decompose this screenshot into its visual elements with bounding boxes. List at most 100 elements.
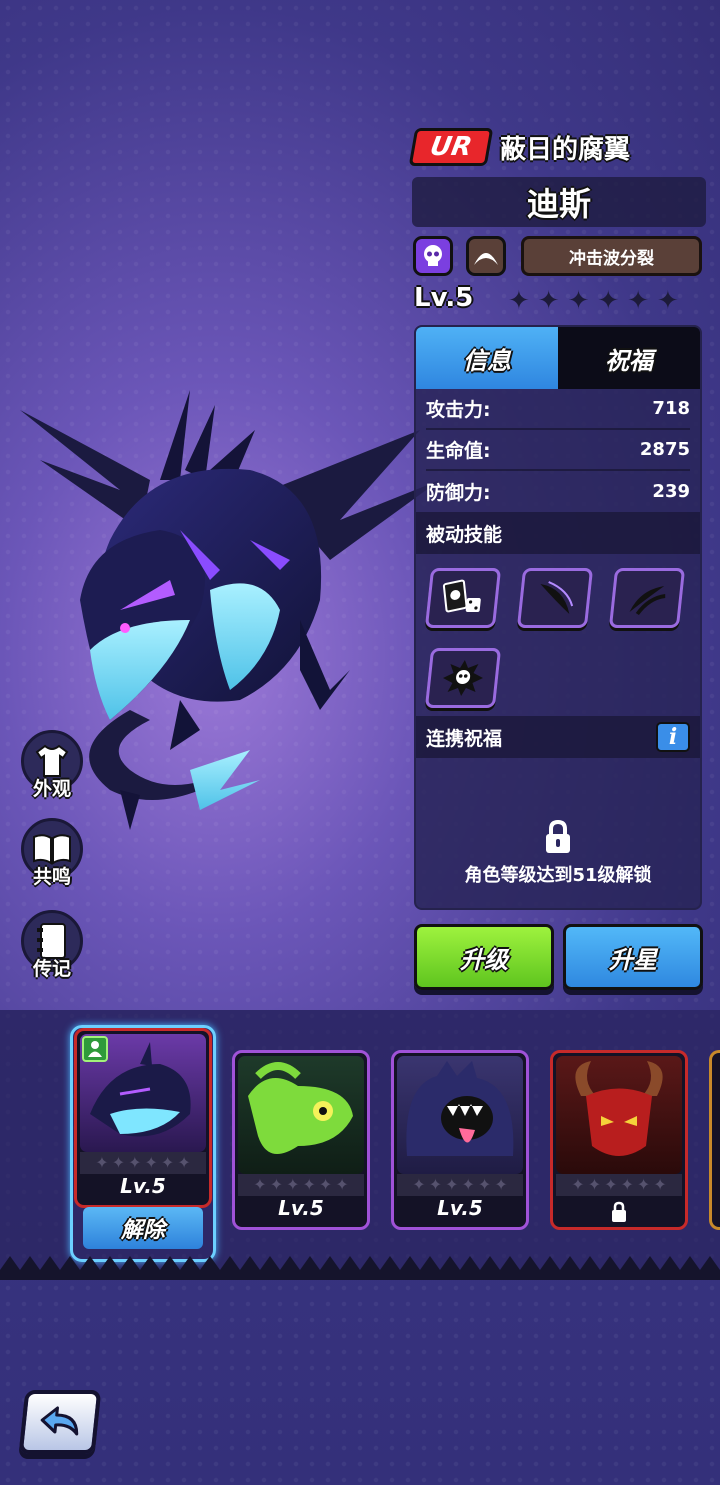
- stat-row-attack: 攻击力: 718: [426, 389, 690, 430]
- card-level: Lv.5: [278, 1196, 324, 1220]
- passive-skills-grid: [416, 554, 700, 716]
- star-icon: ✦: [286, 1175, 300, 1194]
- roster-card-partial[interactable]: [709, 1050, 720, 1230]
- stat-label: 防御力:: [426, 482, 491, 504]
- blessing-locked-area: 角色等级达到51级解锁: [416, 758, 700, 908]
- star-icon: ✦: [128, 1153, 142, 1172]
- info-button[interactable]: i: [656, 722, 690, 752]
- cards-dice-icon: [442, 579, 481, 613]
- upgrade-button[interactable]: 升级: [414, 924, 554, 990]
- star-icon: ✦: [428, 1175, 443, 1194]
- roster-card-locked[interactable]: ✦ ✦ ✦ ✦ ✦ ✦: [550, 1050, 688, 1230]
- character-name: 迪斯: [412, 177, 706, 227]
- star-icon: ✦: [302, 1175, 316, 1194]
- star-icon: ✦: [111, 1153, 126, 1172]
- star-icon: ✦: [604, 1175, 618, 1194]
- stat-label: 攻击力:: [426, 399, 491, 421]
- star-rating: ✦ ✦ ✦ ✦ ✦ ✦: [508, 284, 679, 318]
- star-icon: ✦: [653, 1175, 667, 1194]
- star-icon: ✦: [508, 286, 530, 316]
- back-button[interactable]: [18, 1390, 102, 1454]
- skull-icon: [424, 245, 442, 266]
- shirt-icon: [35, 744, 69, 777]
- star-icon: ✦: [160, 1153, 175, 1172]
- spike-divider: [0, 1256, 720, 1280]
- tab-blessing[interactable]: 祝福: [558, 327, 700, 389]
- passive-skill-skull[interactable]: [424, 648, 502, 708]
- star-icon: ✦: [627, 286, 649, 316]
- horn-icon: [474, 253, 498, 265]
- level-row: Lv.5: [414, 283, 473, 313]
- appearance-button[interactable]: 外观: [18, 730, 86, 802]
- star-up-button[interactable]: 升星: [563, 924, 703, 990]
- star-icon: ✦: [144, 1153, 158, 1172]
- card-star-bar: ✦ ✦ ✦ ✦ ✦ ✦: [397, 1174, 523, 1196]
- star-icon: ✦: [597, 286, 620, 316]
- resonance-label: 共鸣: [32, 866, 71, 888]
- link-blessing-header: 连携祝福 i: [416, 716, 700, 758]
- book-icon: [33, 834, 71, 865]
- roster-portrait: [556, 1056, 682, 1174]
- card-star-bar: ✦ ✦ ✦ ✦ ✦ ✦: [80, 1152, 206, 1174]
- info-panel: 信息 祝福 攻击力: 718 生命值: 2875 防御力: 239 被动技能 连…: [414, 325, 702, 910]
- passive-skills-header: 被动技能: [416, 512, 700, 554]
- card-level: Lv.5: [120, 1174, 166, 1198]
- active-skill-chip[interactable]: 冲击波分裂: [521, 236, 702, 276]
- claw-slash-icon: [629, 586, 666, 616]
- link-blessing-title: 连携祝福: [426, 727, 503, 750]
- rarity-title-row: UR 蔽日的腐翼: [408, 128, 630, 166]
- character-level: Lv.5: [414, 283, 474, 313]
- stat-value: 2875: [639, 439, 690, 460]
- star-icon: ✦: [318, 1175, 333, 1194]
- stat-row-hp: 生命值: 2875: [426, 430, 690, 471]
- passive-skill-claw[interactable]: [608, 568, 686, 628]
- green-monster-portrait-icon: [248, 1062, 353, 1154]
- stat-value: 718: [652, 398, 690, 419]
- star-icon: ✦: [412, 1175, 426, 1194]
- roster-card[interactable]: ✦ ✦ ✦ ✦ ✦ ✦ Lv.5: [232, 1050, 370, 1230]
- return-arrow-icon: [40, 1406, 79, 1436]
- demon-portrait-icon: [575, 1061, 663, 1156]
- passive-skill-cards[interactable]: [424, 568, 502, 628]
- star-icon: ✦: [636, 1175, 651, 1194]
- biography-button[interactable]: 传记: [18, 910, 86, 982]
- star-icon: ✦: [253, 1175, 267, 1194]
- star-icon: ✦: [461, 1175, 475, 1194]
- star-icon: ✦: [494, 1175, 508, 1194]
- star-icon: ✦: [95, 1153, 109, 1172]
- lock-message: 角色等级达到51级解锁: [464, 865, 652, 886]
- card-lock: [553, 1201, 685, 1228]
- release-button[interactable]: 解除: [83, 1207, 203, 1249]
- star-icon: ✦: [656, 286, 679, 316]
- star-icon: ✦: [537, 286, 560, 316]
- star-icon: ✦: [335, 1175, 349, 1194]
- skull-burst-icon: [443, 660, 483, 696]
- star-icon: ✦: [477, 1175, 492, 1194]
- star-icon: ✦: [571, 1175, 585, 1194]
- wing-slash-icon: [540, 581, 574, 614]
- stat-value: 239: [652, 481, 690, 502]
- stat-label: 生命值:: [426, 440, 491, 462]
- star-icon: ✦: [269, 1175, 284, 1194]
- tab-info[interactable]: 信息: [416, 327, 558, 389]
- stat-row-defense: 防御力: 239: [426, 471, 690, 512]
- panel-tabs: 信息 祝福: [416, 327, 700, 389]
- card-star-bar: ✦ ✦ ✦ ✦ ✦ ✦: [238, 1174, 364, 1196]
- passive-skill-wing[interactable]: [516, 568, 594, 628]
- star-icon: ✦: [177, 1153, 191, 1172]
- person-icon: [88, 1041, 102, 1057]
- biography-label: 传记: [32, 958, 71, 980]
- star-icon: ✦: [445, 1175, 459, 1194]
- passive-skills-title: 被动技能: [426, 523, 503, 546]
- star-icon: ✦: [587, 1175, 602, 1194]
- furry-monster-portrait-icon: [406, 1061, 514, 1156]
- appearance-label: 外观: [32, 778, 71, 800]
- equipped-badge: [82, 1036, 108, 1062]
- roster-card[interactable]: ✦ ✦ ✦ ✦ ✦ ✦ Lv.5: [391, 1050, 529, 1230]
- skull-type-icon[interactable]: [413, 236, 453, 276]
- horn-type-icon[interactable]: [466, 236, 506, 276]
- resonance-button[interactable]: 共鸣: [18, 818, 86, 890]
- roster-portrait: [238, 1056, 364, 1174]
- card-star-bar: ✦ ✦ ✦ ✦ ✦ ✦: [556, 1174, 682, 1196]
- star-icon: ✦: [567, 286, 590, 316]
